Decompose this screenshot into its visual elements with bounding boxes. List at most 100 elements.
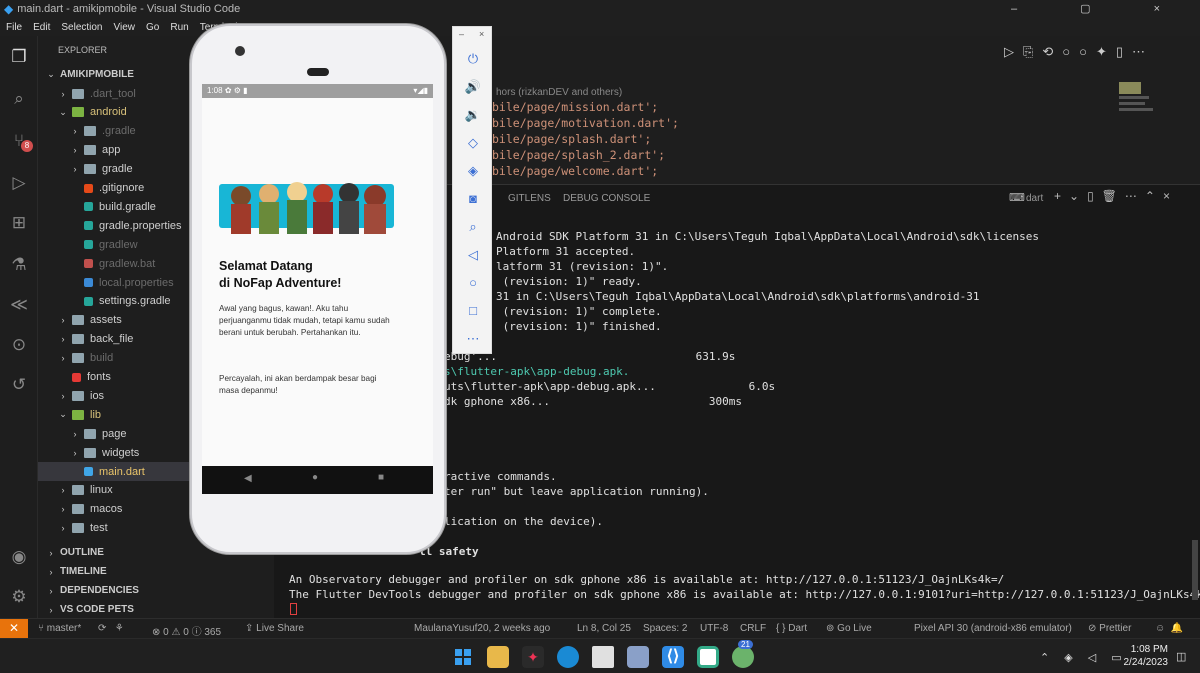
- run-debug-icon[interactable]: ▷: [8, 172, 30, 194]
- section-dependencies[interactable]: › DEPENDENCIES: [38, 581, 274, 600]
- folder-icon: [72, 523, 84, 534]
- folder-icon: [72, 315, 84, 326]
- whatsapp-icon[interactable]: 21: [732, 640, 754, 668]
- live-share-status[interactable]: ⇪ Live Share: [245, 623, 304, 634]
- system-tray-icons[interactable]: ⌃ ◈ ◁ ▭: [1040, 651, 1128, 664]
- title-bar: ◆ main.dart - amikipmobile - Visual Stud…: [0, 0, 1200, 18]
- terminal-name[interactable]: dart: [1026, 193, 1043, 204]
- section-vscode-pets[interactable]: › VS CODE PETS: [38, 600, 274, 619]
- gitlens-icon[interactable]: ⊙: [8, 334, 30, 356]
- menu-run[interactable]: Run: [170, 22, 188, 33]
- flutter-icon[interactable]: ≪: [8, 294, 30, 316]
- nav-recents-icon[interactable]: ■: [378, 472, 384, 483]
- terminal-line: The Flutter DevTools debugger and profil…: [289, 588, 1200, 601]
- eol-status[interactable]: CRLF: [740, 623, 766, 634]
- zoom-icon[interactable]: ⌕: [463, 217, 483, 237]
- nav-home-icon[interactable]: ●: [312, 472, 318, 483]
- folder-icon: [72, 485, 84, 496]
- collapse-icon[interactable]: –: [459, 29, 464, 39]
- tab-gitlens[interactable]: GITLENS: [508, 193, 551, 204]
- home-icon[interactable]: ○: [463, 273, 483, 293]
- remote-indicator-icon[interactable]: ✕: [0, 619, 28, 638]
- figma-icon[interactable]: ✦: [522, 646, 544, 668]
- cursor-position[interactable]: Ln 8, Col 25: [577, 623, 631, 634]
- tree-item-label: app: [102, 144, 121, 157]
- go-live-button[interactable]: ⊚ Go Live: [826, 623, 872, 634]
- power-icon[interactable]: ⏻: [463, 49, 483, 69]
- minimap[interactable]: [1115, 80, 1175, 130]
- chevron-right-icon: ›: [61, 315, 65, 326]
- account-icon[interactable]: ◉: [8, 546, 30, 568]
- source-control-icon[interactable]: ⑂ 8: [8, 130, 33, 152]
- code-line: bile/page/splash.dart';: [492, 132, 652, 146]
- welcome-paragraph-2: Percayalah, ini akan berdampak besar bag…: [219, 374, 377, 396]
- encoding-status[interactable]: UTF-8: [700, 623, 728, 634]
- folder-icon: [84, 428, 96, 439]
- device-status[interactable]: Pixel API 30 (android-x86 emulator): [914, 623, 1072, 634]
- clock-date[interactable]: 2/24/2023: [1116, 657, 1169, 668]
- editor-actions-icon[interactable]: ▷⎘⟲○○✦▯⋯: [1004, 44, 1154, 60]
- close-icon[interactable]: ×: [479, 29, 484, 39]
- notifications-icon[interactable]: ◫: [1176, 650, 1186, 663]
- terminal-cursor: [290, 603, 297, 615]
- sync-icon[interactable]: ⟳ ⚘: [98, 623, 124, 634]
- problems-status[interactable]: ⊗ 0 ⚠ 0 ⓘ 365: [152, 623, 221, 638]
- terminal-app-icon[interactable]: [592, 646, 614, 668]
- back-icon[interactable]: ◁: [463, 245, 483, 265]
- status-time: 1:08: [207, 86, 223, 95]
- android-status-bar: 1:08 ✿ ⚙ ▮ ▾◢▮: [202, 84, 433, 98]
- clock-time[interactable]: 1:08 PM: [1122, 644, 1168, 655]
- extensions-icon[interactable]: ⊞: [8, 212, 30, 234]
- git-blame-annotation: hors (rizkanDEV and others): [496, 87, 623, 98]
- remote-desktop-icon[interactable]: [627, 646, 649, 668]
- menu-go[interactable]: Go: [146, 22, 159, 33]
- tree-item-label: build: [90, 352, 114, 365]
- chevron-right-icon: ›: [73, 145, 77, 156]
- volume-up-icon[interactable]: 🔊: [463, 77, 483, 97]
- chevron-right-icon: ›: [61, 88, 65, 99]
- menu-selection[interactable]: Selection: [61, 22, 102, 33]
- explorer-icon[interactable]: ❐: [8, 46, 30, 68]
- tree-item-label: .gradle: [102, 125, 136, 138]
- git-blame-status[interactable]: MaulanaYusuf20, 2 weeks ago: [414, 623, 550, 634]
- rotate-left-icon[interactable]: ◇: [463, 133, 483, 153]
- indentation-status[interactable]: Spaces: 2: [643, 623, 687, 634]
- search-icon[interactable]: ⌕: [8, 88, 30, 110]
- terminal-line: Android SDK Platform 31 in C:\Users\Tegu…: [496, 230, 1040, 243]
- window-controls[interactable]: – ▢ ×: [1011, 2, 1190, 15]
- vscode-taskbar-icon[interactable]: ⟨⟩: [662, 646, 684, 668]
- overview-icon[interactable]: □: [463, 301, 483, 321]
- branch-status[interactable]: ⑂ master*: [38, 623, 81, 634]
- camera-icon[interactable]: ◙: [463, 189, 483, 209]
- tab-debug-console[interactable]: DEBUG CONSOLE: [563, 193, 650, 204]
- language-status[interactable]: { } Dart: [776, 623, 807, 634]
- volume-down-icon[interactable]: 🔉: [463, 105, 483, 125]
- prettier-status[interactable]: ⊘ Prettier: [1088, 623, 1131, 634]
- feedback-icon[interactable]: ☺ 🔔: [1155, 623, 1183, 634]
- panel-actions-icon[interactable]: +⌄▯🗑⋯⌃×: [1054, 189, 1178, 203]
- tree-item-label: main.dart: [99, 465, 145, 478]
- nav-back-icon[interactable]: ◀: [244, 473, 252, 484]
- emulator-taskbar-icon[interactable]: [697, 646, 719, 668]
- chevron-right-icon: ›: [61, 523, 65, 534]
- terminal-scrollbar[interactable]: [1192, 540, 1198, 600]
- phone-screen[interactable]: 1:08 ✿ ⚙ ▮ ▾◢▮ Selamat Datang di NoFap A…: [202, 84, 433, 494]
- remote-icon[interactable]: ↺: [8, 374, 30, 396]
- edge-browser-icon[interactable]: [557, 646, 579, 668]
- rotate-right-icon[interactable]: ◈: [463, 161, 483, 181]
- scm-badge: 8: [21, 140, 33, 152]
- menu-file[interactable]: File: [6, 22, 22, 33]
- more-icon[interactable]: ⋯: [463, 329, 483, 349]
- file-explorer-icon[interactable]: [487, 646, 509, 668]
- welcome-title: Selamat Datang di NoFap Adventure!: [219, 259, 342, 290]
- testing-icon[interactable]: ⚗: [8, 254, 30, 276]
- terminal-line: ractive commands.: [444, 470, 557, 483]
- manage-gear-icon[interactable]: ⚙: [8, 586, 30, 608]
- tree-item-label: gradle: [102, 163, 133, 176]
- menu-edit[interactable]: Edit: [33, 22, 50, 33]
- menu-view[interactable]: View: [114, 22, 136, 33]
- section-timeline[interactable]: › TIMELINE: [38, 562, 274, 581]
- chevron-down-icon: ⌄: [59, 106, 67, 117]
- character-5: [339, 183, 359, 234]
- windows-start-icon[interactable]: [452, 646, 474, 668]
